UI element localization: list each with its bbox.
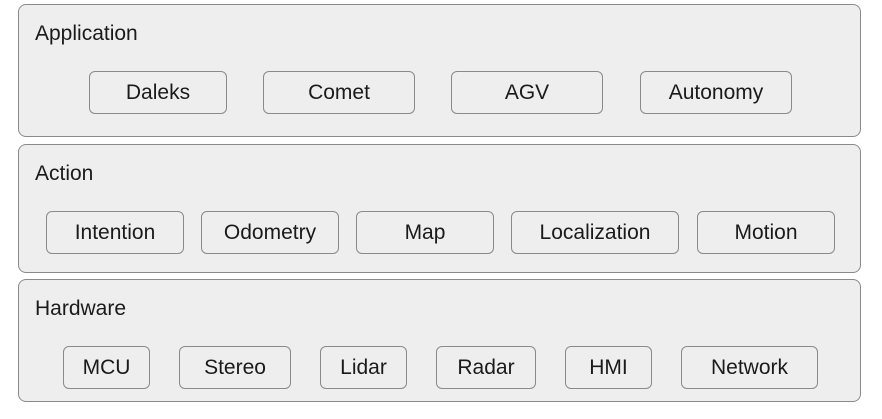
component-daleks: Daleks [89,71,227,114]
component-odometry: Odometry [201,211,339,254]
layer-hardware: Hardware MCU Stereo Lidar Radar HMI Netw… [18,279,861,402]
layer-title-application: Application [35,22,138,45]
component-map: Map [356,211,494,254]
layer-title-action: Action [35,162,94,185]
component-motion: Motion [697,211,835,254]
component-agv: AGV [451,71,603,114]
component-mcu: MCU [63,346,150,389]
layer-title-hardware: Hardware [35,297,127,320]
component-lidar: Lidar [320,346,407,389]
layer-action: Action Intention Odometry Map Localizati… [18,144,861,273]
component-hmi: HMI [565,346,652,389]
component-network: Network [681,346,818,389]
component-stereo: Stereo [179,346,291,389]
component-localization: Localization [511,211,679,254]
component-comet: Comet [263,71,415,114]
layer-application: Application Daleks Comet AGV Autonomy [18,4,861,137]
component-intention: Intention [46,211,184,254]
component-radar: Radar [436,346,536,389]
component-autonomy: Autonomy [640,71,792,114]
